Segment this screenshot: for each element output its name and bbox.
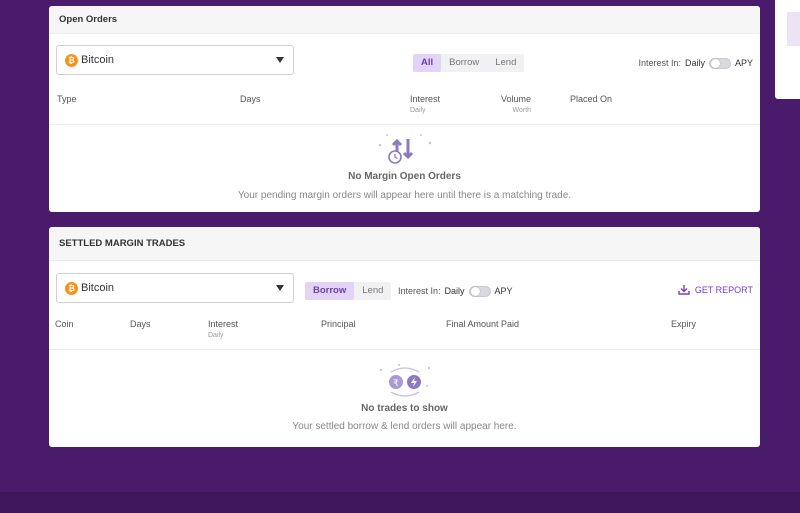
filter-all[interactable]: All	[413, 54, 442, 72]
download-icon	[678, 285, 690, 295]
interest-label: Interest In:	[398, 286, 441, 296]
col-placed-on: Placed On	[570, 94, 613, 104]
col-days: Days	[130, 319, 151, 329]
settled-header-row: Coin Days Interest Daily Principal Final …	[49, 319, 760, 350]
interest-switch[interactable]	[708, 57, 731, 69]
filter-lend[interactable]: Lend	[487, 54, 524, 72]
interest-toggle: Interest In: Daily APY	[638, 56, 753, 70]
get-report-label: GET REPORT	[694, 284, 753, 295]
side-card	[775, 0, 800, 99]
interest-apy-label: APY	[734, 58, 753, 68]
interest-apy-label: APY	[494, 286, 513, 296]
get-report-button[interactable]: GET REPORT	[678, 284, 753, 295]
interest-daily-label: Daily	[684, 58, 705, 68]
interest-label: Interest In:	[638, 58, 681, 68]
open-orders-title: Open Orders	[49, 6, 760, 34]
filter-borrow[interactable]: Borrow	[305, 282, 355, 300]
filter-lend[interactable]: Lend	[354, 282, 391, 300]
trades-empty-title: No trades to show	[361, 403, 448, 414]
caret-down-icon	[276, 57, 284, 63]
caret-down-icon	[276, 285, 284, 291]
settled-type-filter: Borrow Lend	[305, 282, 392, 300]
settled-coin-select-value: Bitcoin	[81, 282, 115, 294]
bitcoin-icon: ₿	[65, 54, 78, 67]
col-interest: Interest Daily	[208, 319, 239, 339]
settled-trades-title: SETTLED MARGIN TRADES	[49, 227, 760, 261]
settled-trades-panel: SETTLED MARGIN TRADES ₿ Bitcoin Borrow L…	[49, 227, 760, 447]
open-orders-panel: Open Orders ₿ Bitcoin All Borrow Lend In…	[49, 6, 760, 212]
col-days: Days	[240, 94, 261, 104]
orders-empty-title: No Margin Open Orders	[348, 171, 461, 182]
filter-borrow[interactable]: Borrow	[441, 54, 487, 72]
coin-select-value: Bitcoin	[81, 54, 115, 66]
orders-empty-icon	[378, 134, 432, 164]
col-volume: Volume Worth	[501, 94, 532, 114]
col-expiry: Expiry	[671, 319, 697, 329]
interest-daily-label: Daily	[444, 286, 465, 296]
svg-text:₹: ₹	[393, 379, 399, 389]
footer-strip	[0, 492, 800, 513]
side-card-item[interactable]	[787, 12, 800, 46]
col-final-amount: Final Amount Paid	[446, 319, 520, 329]
trades-empty-icon: ₹	[379, 364, 431, 397]
bitcoin-icon: ₿	[65, 282, 78, 295]
order-type-filter: All Borrow Lend	[413, 54, 525, 72]
interest-switch[interactable]	[468, 285, 491, 297]
col-coin: Coin	[55, 319, 74, 329]
col-type: Type	[57, 94, 77, 104]
col-principal: Principal	[321, 319, 356, 329]
settled-interest-toggle: Interest In: Daily APY	[398, 284, 513, 298]
settled-coin-select[interactable]: ₿ Bitcoin	[56, 273, 294, 303]
trades-empty-subtitle: Your settled borrow & lend orders will a…	[292, 421, 517, 432]
coin-select[interactable]: ₿ Bitcoin	[56, 45, 294, 75]
orders-empty-subtitle: Your pending margin orders will appear h…	[237, 190, 572, 201]
col-interest: Interest Daily	[410, 94, 441, 114]
open-orders-header-row: Type Days Interest Daily Volume Worth Plac…	[49, 94, 760, 125]
